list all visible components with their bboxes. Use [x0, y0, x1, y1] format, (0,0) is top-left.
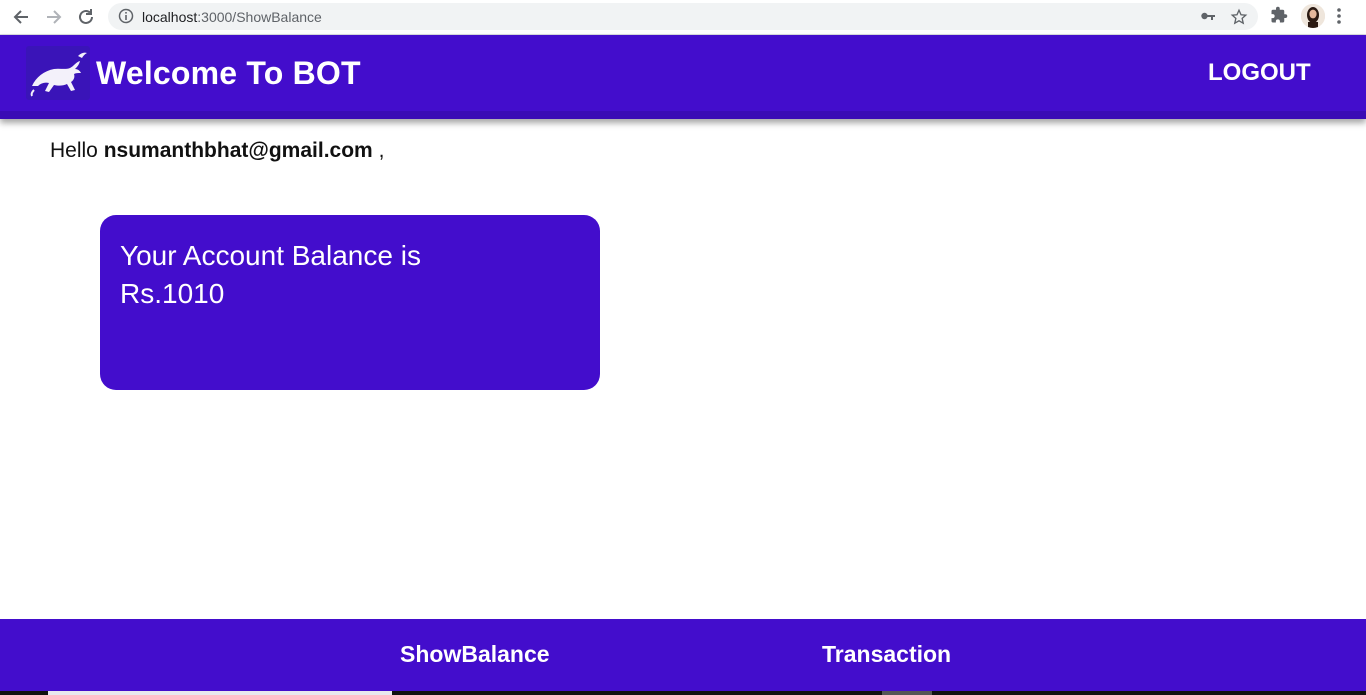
site-info-icon[interactable] — [118, 8, 134, 29]
taskbar-strip-end — [932, 691, 1366, 695]
forward-arrow-icon[interactable] — [43, 6, 65, 28]
greeting-text: Hello nsumanthbhat@gmail.com , — [50, 139, 384, 163]
taskbar-strip — [0, 691, 48, 695]
balance-card: Your Account Balance is Rs.1010 — [100, 215, 600, 390]
back-arrow-icon[interactable] — [10, 6, 32, 28]
app-header: Welcome To BOT LOGOUT — [0, 35, 1366, 119]
transaction-link[interactable]: Transaction — [822, 641, 951, 668]
greeting-suffix: , — [378, 139, 385, 162]
bookmark-star-icon[interactable] — [1230, 8, 1248, 31]
balance-label: Your Account Balance is — [120, 240, 421, 271]
taskbar-strip-light — [48, 691, 392, 695]
bull-logo-icon — [26, 46, 90, 100]
taskbar-strip-mid — [882, 691, 932, 695]
show-balance-link[interactable]: ShowBalance — [400, 641, 550, 668]
extensions-puzzle-icon[interactable] — [1270, 6, 1288, 29]
footer-nav: ShowBalance Transaction — [0, 619, 1366, 695]
logout-button[interactable]: LOGOUT — [1208, 59, 1311, 87]
greeting-prefix: Hello — [50, 139, 98, 162]
browser-menu-icon[interactable] — [1336, 6, 1342, 31]
taskbar-strip-dark — [392, 691, 882, 695]
profile-avatar[interactable] — [1301, 4, 1325, 28]
balance-amount: Rs.1010 — [120, 278, 225, 309]
url-text[interactable]: localhost:3000/ShowBalance — [142, 9, 322, 25]
user-email: nsumanthbhat@gmail.com — [103, 139, 373, 162]
address-bar[interactable]: localhost:3000/ShowBalance — [108, 3, 1258, 30]
browser-toolbar: localhost:3000/ShowBalance — [0, 0, 1366, 35]
page-title: Welcome To BOT — [96, 55, 361, 91]
key-icon[interactable] — [1200, 9, 1216, 28]
reload-icon[interactable] — [75, 6, 97, 28]
